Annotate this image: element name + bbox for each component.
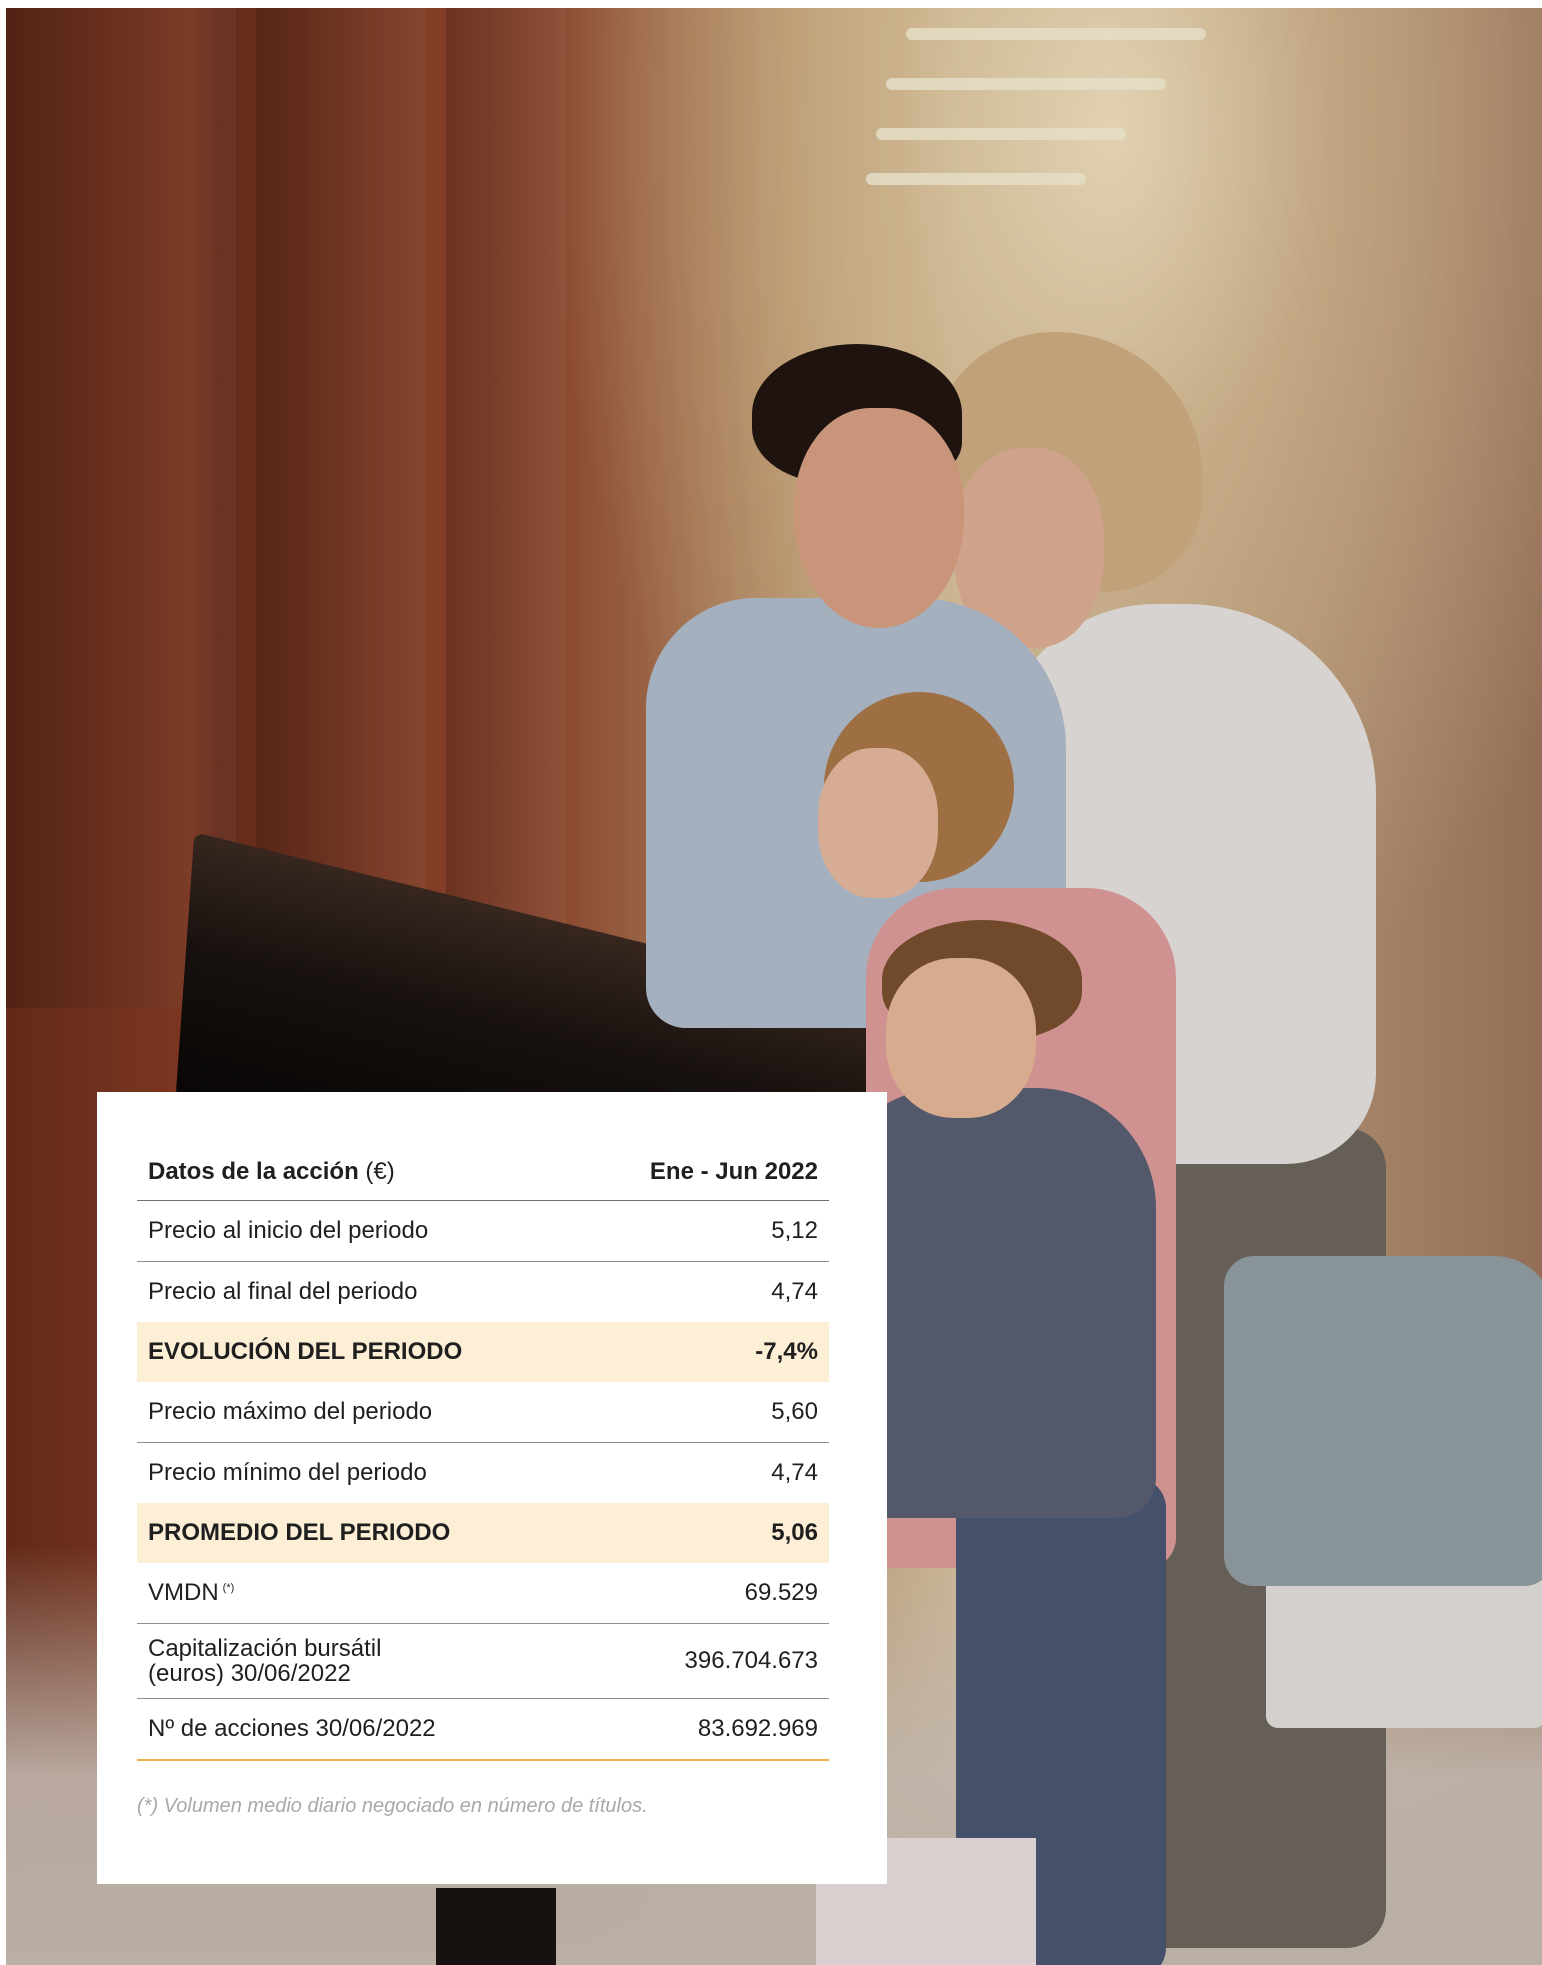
table-row-highlight: EVOLUCIÓN DEL PERIODO -7,4% (137, 1322, 829, 1382)
row-value: 83.692.969 (579, 1698, 829, 1761)
table-header-label: Datos de la acción (€) (137, 1144, 580, 1201)
row-label: Precio al inicio del periodo (137, 1200, 580, 1262)
row-value: 69.529 (579, 1563, 829, 1624)
header-title: Datos de la acción (148, 1158, 359, 1185)
table-row: Precio al final del periodo 4,74 (137, 1262, 829, 1323)
table-row: Precio al inicio del periodo 5,12 (137, 1200, 829, 1262)
row-label: Precio mínimo del periodo (148, 1459, 427, 1486)
row-value: -7,4% (579, 1322, 829, 1382)
table-row: Precio máximo del periodo 5,60 (137, 1382, 829, 1443)
row-label: PROMEDIO DEL PERIODO (137, 1503, 580, 1563)
row-value: 4,74 (771, 1278, 818, 1305)
table-row: VMDN (*) 69.529 (137, 1563, 829, 1624)
row-label-line1: Capitalización bursátil (148, 1634, 382, 1662)
row-label-cell: Capitalización bursátil (euros) 30/06/202… (137, 1623, 580, 1699)
header-period: Ene - Jun 2022 (579, 1144, 829, 1201)
row-label: Nº de acciones 30/06/2022 (137, 1698, 580, 1761)
row-value: 5,06 (579, 1503, 829, 1563)
table-row-highlight: PROMEDIO DEL PERIODO 5,06 (137, 1503, 829, 1563)
row-label: VMDN (148, 1579, 219, 1606)
table-row: Precio mínimo del periodo 4,74 (137, 1443, 829, 1504)
row-value: 5,12 (579, 1200, 829, 1262)
footnote-marker: (*) (222, 1582, 235, 1594)
row-label: Precio máximo del periodo (137, 1382, 580, 1443)
row-value: 396.704.673 (579, 1623, 829, 1699)
row-label-cell: VMDN (*) (137, 1563, 580, 1624)
table-header-row: Datos de la acción (€) Ene - Jun 2022 (137, 1144, 829, 1201)
row-label-line2: (euros) 30/06/2022 (148, 1660, 351, 1687)
stock-data-table: Datos de la acción (€) Ene - Jun 2022 Pr… (137, 1144, 829, 1761)
footnote: (*) Volumen medio diario negociado en nú… (137, 1795, 648, 1817)
table-row: Nº de acciones 30/06/2022 83.692.969 (137, 1698, 829, 1761)
stock-data-card: Datos de la acción (€) Ene - Jun 2022 Pr… (97, 1092, 887, 1884)
row-value: 4,74 (771, 1459, 818, 1486)
row-value: 5,60 (579, 1382, 829, 1443)
row-label: Precio al final del periodo (148, 1278, 418, 1305)
row-label: EVOLUCIÓN DEL PERIODO (137, 1322, 580, 1382)
header-unit: (€) (365, 1158, 395, 1185)
table-row: Capitalización bursátil (euros) 30/06/202… (137, 1623, 829, 1699)
